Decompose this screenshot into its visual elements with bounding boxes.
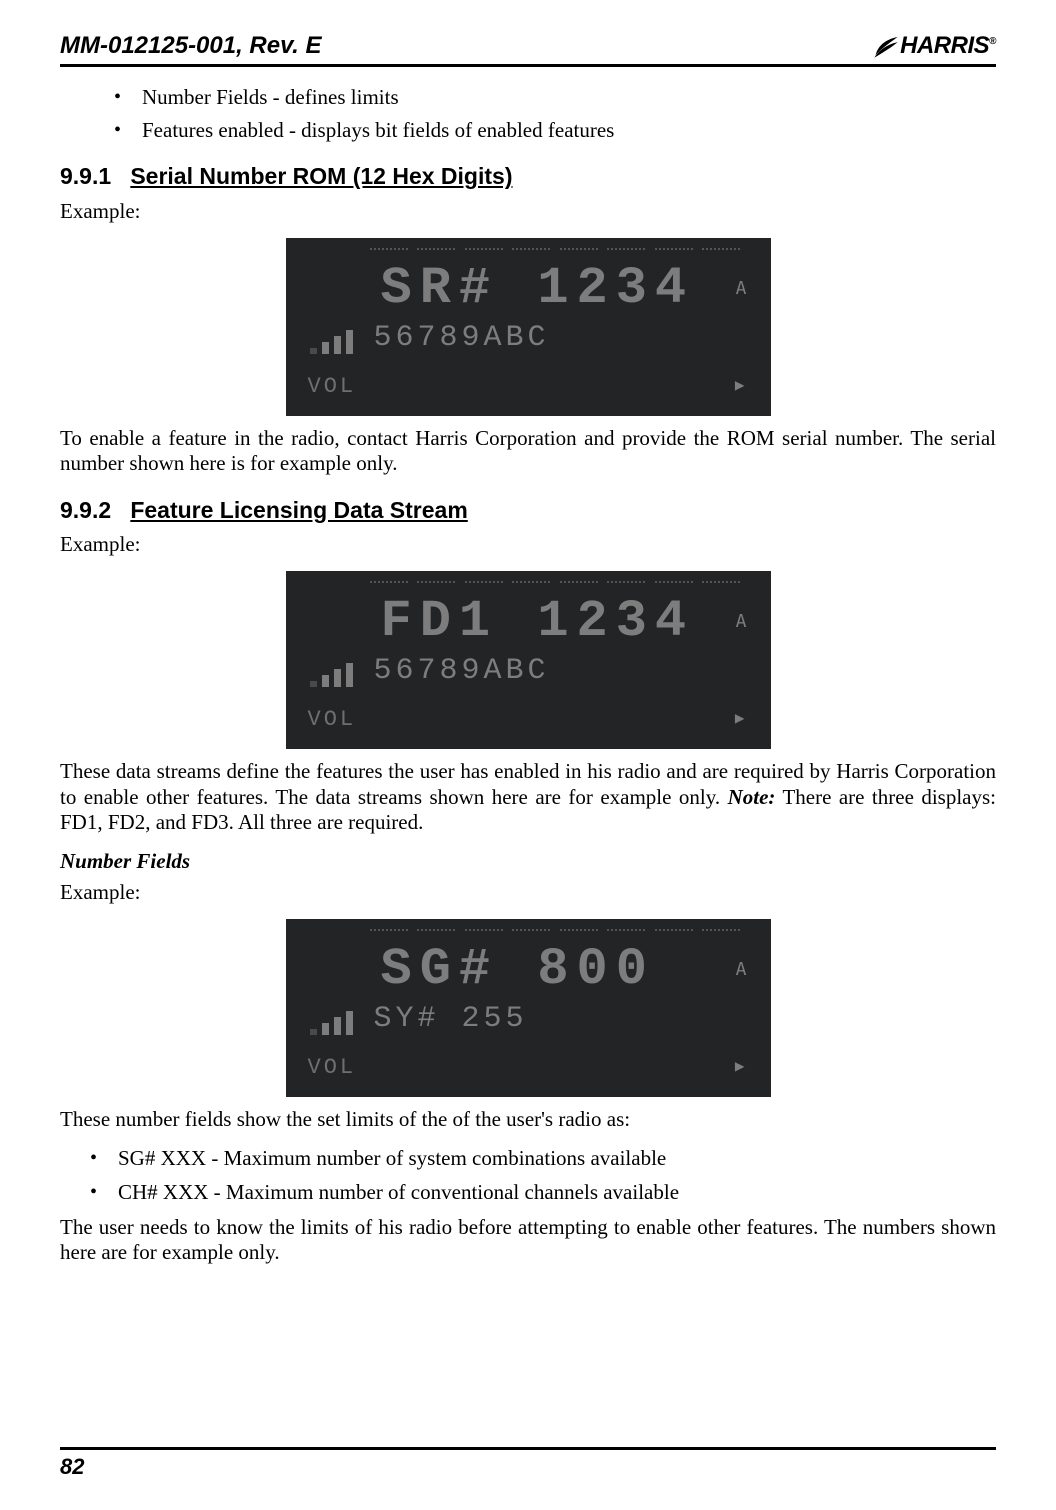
intro-bullet-list: Number Fields - defines limits Features …: [60, 85, 996, 143]
lcd-line1: FD1 1234: [381, 591, 695, 653]
list-item: CH# XXX - Maximum number of conventional…: [90, 1180, 996, 1205]
lcd-vol-label: VOL: [308, 707, 357, 733]
paragraph: To enable a feature in the radio, contac…: [60, 426, 996, 476]
example-label: Example:: [60, 199, 996, 224]
list-item: Features enabled - displays bit fields o…: [114, 118, 996, 143]
lcd-mode-indicator: A: [736, 959, 747, 981]
lcd-line1: SG# 800: [381, 939, 655, 1001]
paragraph: The user needs to know the limits of his…: [60, 1215, 996, 1265]
section-heading-991: 9.9.1 Serial Number ROM (12 Hex Digits): [60, 163, 996, 191]
page: MM-012125-001, Rev. E HARRIS® Number Fie…: [0, 0, 1056, 1510]
lcd-dot-row: [370, 929, 741, 939]
signal-bars-icon: [310, 330, 353, 354]
brand-logo: HARRIS®: [873, 32, 996, 60]
page-number: 82: [60, 1454, 996, 1480]
lcd-line2: SY# 255: [374, 1001, 528, 1037]
section-heading-992: 9.9.2 Feature Licensing Data Stream: [60, 497, 996, 525]
lcd-dot-row: [370, 248, 741, 258]
lcd-figure-serial: SR# 1234 A 56789ABC VOL ▶: [60, 238, 996, 416]
lcd-line1: SR# 1234: [381, 258, 695, 320]
lcd-mode-indicator: A: [736, 611, 747, 633]
lcd-vol-label: VOL: [308, 374, 357, 400]
list-item: Number Fields - defines limits: [114, 85, 996, 110]
example-label: Example:: [60, 880, 996, 905]
page-content: Number Fields - defines limits Features …: [60, 85, 996, 1265]
lcd-vol-label: VOL: [308, 1055, 357, 1081]
document-id: MM-012125-001, Rev. E: [60, 32, 321, 60]
example-label: Example:: [60, 532, 996, 557]
paragraph: These number fields show the set limits …: [60, 1107, 996, 1132]
lcd-line2: 56789ABC: [374, 653, 550, 689]
harris-swoosh-icon: [873, 33, 899, 59]
arrow-right-icon: ▶: [735, 710, 745, 729]
arrow-right-icon: ▶: [735, 1058, 745, 1077]
paragraph: These data streams define the features t…: [60, 759, 996, 835]
list-item: SG# XXX - Maximum number of system combi…: [90, 1146, 996, 1171]
lcd-figure-limits: SG# 800 A SY# 255 VOL ▶: [60, 919, 996, 1097]
lcd-screen: SR# 1234 A 56789ABC VOL ▶: [286, 238, 771, 416]
lcd-line2: 56789ABC: [374, 320, 550, 356]
lcd-screen: SG# 800 A SY# 255 VOL ▶: [286, 919, 771, 1097]
limits-bullet-list: SG# XXX - Maximum number of system combi…: [60, 1146, 996, 1204]
page-footer: 82: [60, 1447, 996, 1480]
brand-logo-text: HARRIS®: [900, 32, 996, 60]
lcd-figure-feature: FD1 1234 A 56789ABC VOL ▶: [60, 571, 996, 749]
lcd-mode-indicator: A: [736, 278, 747, 300]
signal-bars-icon: [310, 1011, 353, 1035]
lcd-screen: FD1 1234 A 56789ABC VOL ▶: [286, 571, 771, 749]
note-label: Note:: [728, 785, 776, 809]
arrow-right-icon: ▶: [735, 377, 745, 396]
signal-bars-icon: [310, 663, 353, 687]
lcd-dot-row: [370, 581, 741, 591]
page-header: MM-012125-001, Rev. E HARRIS®: [60, 32, 996, 67]
subsection-heading: Number Fields: [60, 849, 996, 874]
